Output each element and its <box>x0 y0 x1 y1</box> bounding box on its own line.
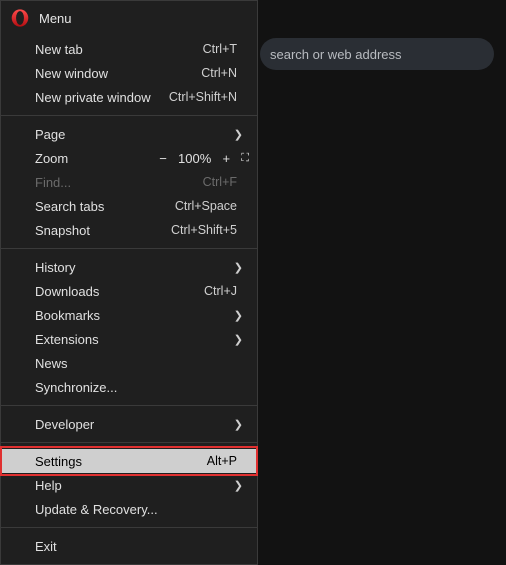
menu-item-shortcut: Ctrl+Shift+5 <box>171 223 237 237</box>
opera-logo-icon <box>11 9 29 27</box>
menu-item-update-recovery[interactable]: Update & Recovery... <box>1 497 257 521</box>
address-bar-placeholder: search or web address <box>270 47 402 62</box>
menu-item-help[interactable]: Help ❯ <box>1 473 257 497</box>
menu-item-shortcut: Ctrl+N <box>201 66 237 80</box>
menu-item-news[interactable]: News <box>1 351 257 375</box>
menu-item-label: New private window <box>35 90 169 105</box>
menu-item-history[interactable]: History ❯ <box>1 255 257 279</box>
menu-item-label: Page <box>35 127 233 142</box>
menu-separator <box>1 248 257 249</box>
menu-item-find: Find... Ctrl+F <box>1 170 257 194</box>
menu-item-synchronize[interactable]: Synchronize... <box>1 375 257 399</box>
menu-item-label: Extensions <box>35 332 233 347</box>
chevron-right-icon: ❯ <box>233 309 243 322</box>
chevron-right-icon: ❯ <box>233 479 243 492</box>
menu-item-label: Synchronize... <box>35 380 243 395</box>
menu-item-shortcut: Alt+P <box>207 454 237 468</box>
menu-item-shortcut: Ctrl+F <box>203 175 237 189</box>
main-menu-panel: Menu New tab Ctrl+T New window Ctrl+N Ne… <box>0 0 258 565</box>
menu-item-label: Update & Recovery... <box>35 502 243 517</box>
menu-item-extensions[interactable]: Extensions ❯ <box>1 327 257 351</box>
menu-item-shortcut: Ctrl+T <box>203 42 237 56</box>
menu-item-label: Find... <box>35 175 203 190</box>
menu-header: Menu <box>1 1 257 37</box>
menu-item-label: Help <box>35 478 233 493</box>
menu-item-shortcut: Ctrl+J <box>204 284 237 298</box>
zoom-controls: − 100% + ⛶ <box>156 151 247 166</box>
menu-separator <box>1 442 257 443</box>
menu-item-downloads[interactable]: Downloads Ctrl+J <box>1 279 257 303</box>
menu-item-zoom: Zoom − 100% + ⛶ <box>1 146 257 170</box>
zoom-in-button[interactable]: + <box>219 151 233 166</box>
address-bar[interactable]: search or web address <box>260 38 494 70</box>
menu-item-label: Developer <box>35 417 233 432</box>
menu-item-shortcut: Ctrl+Space <box>175 199 237 213</box>
menu-item-exit[interactable]: Exit <box>1 534 257 558</box>
chevron-right-icon: ❯ <box>233 418 243 431</box>
menu-item-label: Bookmarks <box>35 308 233 323</box>
menu-item-new-window[interactable]: New window Ctrl+N <box>1 61 257 85</box>
menu-item-developer[interactable]: Developer ❯ <box>1 412 257 436</box>
menu-item-label: Downloads <box>35 284 204 299</box>
menu-item-label: Search tabs <box>35 199 175 214</box>
menu-separator <box>1 115 257 116</box>
menu-item-label: History <box>35 260 233 275</box>
menu-title: Menu <box>39 11 72 26</box>
menu-item-label: New window <box>35 66 201 81</box>
chevron-right-icon: ❯ <box>233 333 243 346</box>
menu-item-label: Snapshot <box>35 223 171 238</box>
menu-item-label: New tab <box>35 42 203 57</box>
menu-item-label: Exit <box>35 539 243 554</box>
menu-item-settings[interactable]: Settings Alt+P <box>1 449 257 473</box>
menu-item-label: News <box>35 356 243 371</box>
zoom-value: 100% <box>178 151 211 166</box>
zoom-out-button[interactable]: − <box>156 151 170 166</box>
menu-separator <box>1 405 257 406</box>
menu-item-new-private-window[interactable]: New private window Ctrl+Shift+N <box>1 85 257 109</box>
menu-item-label: Zoom <box>35 151 156 166</box>
menu-item-new-tab[interactable]: New tab Ctrl+T <box>1 37 257 61</box>
chevron-right-icon: ❯ <box>233 261 243 274</box>
menu-item-label: Settings <box>35 454 207 469</box>
menu-item-search-tabs[interactable]: Search tabs Ctrl+Space <box>1 194 257 218</box>
menu-item-bookmarks[interactable]: Bookmarks ❯ <box>1 303 257 327</box>
chevron-right-icon: ❯ <box>233 128 243 141</box>
menu-item-snapshot[interactable]: Snapshot Ctrl+Shift+5 <box>1 218 257 242</box>
menu-separator <box>1 527 257 528</box>
menu-item-shortcut: Ctrl+Shift+N <box>169 90 237 104</box>
fullscreen-icon[interactable]: ⛶ <box>241 152 247 165</box>
menu-item-page[interactable]: Page ❯ <box>1 122 257 146</box>
